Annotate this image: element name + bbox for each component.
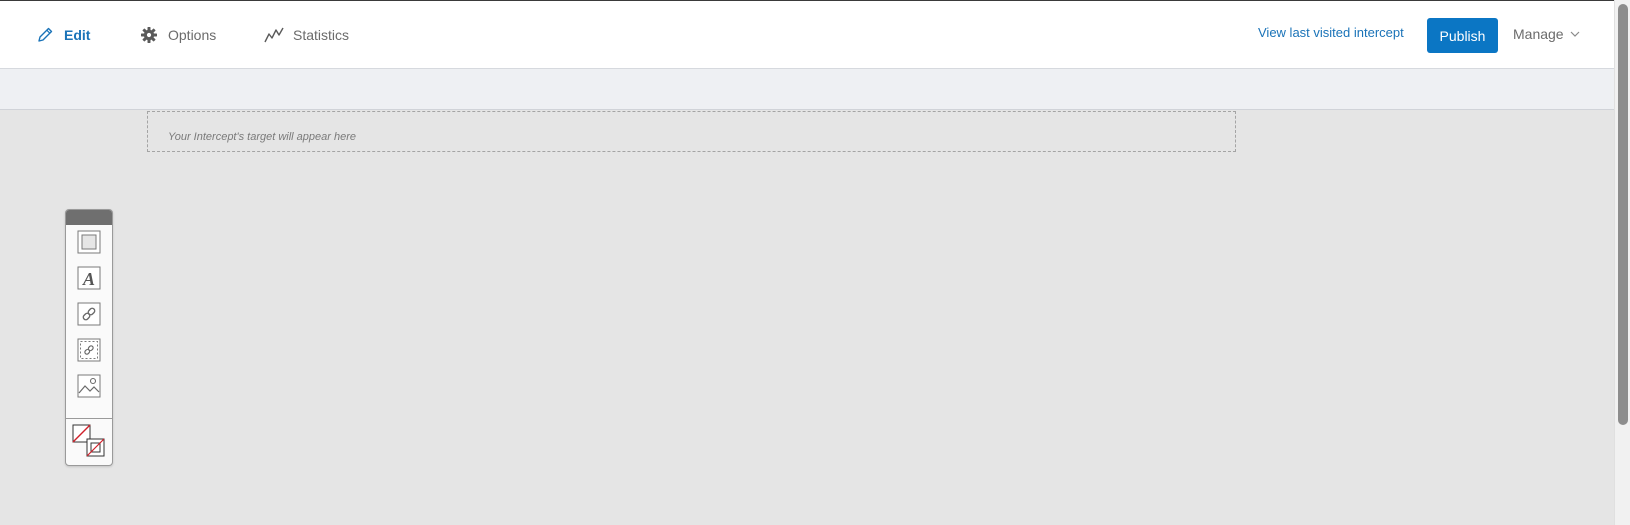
image-icon: [77, 374, 101, 398]
image-tool[interactable]: [77, 374, 101, 398]
pencil-icon: [34, 24, 56, 46]
fill-stroke-color-icon: [72, 424, 105, 457]
tab-statistics[interactable]: Statistics: [263, 1, 349, 69]
tab-edit[interactable]: Edit: [34, 1, 90, 69]
text-icon: A: [77, 266, 101, 290]
manage-label: Manage: [1513, 26, 1564, 42]
box-tool[interactable]: [77, 230, 101, 254]
gear-icon: [138, 24, 160, 46]
scrollbar-thumb[interactable]: [1618, 4, 1628, 425]
text-tool[interactable]: A: [77, 266, 101, 290]
manage-dropdown[interactable]: Manage: [1513, 26, 1580, 42]
target-placeholder-text: Your Intercept's target will appear here: [168, 131, 356, 143]
intercept-target-placeholder: Your Intercept's target will appear here: [147, 111, 1236, 152]
tab-options-label: Options: [168, 27, 217, 43]
box-icon: [77, 230, 101, 254]
creative-toolbox: A: [65, 209, 113, 466]
svg-text:A: A: [82, 269, 95, 289]
tab-edit-label: Edit: [64, 27, 91, 43]
publish-button[interactable]: Publish: [1427, 18, 1498, 53]
vertical-scrollbar[interactable]: [1614, 0, 1630, 525]
tab-statistics-label: Statistics: [293, 27, 350, 43]
hotspot-link-tool[interactable]: [77, 338, 101, 362]
toolbox-drag-handle[interactable]: [66, 210, 112, 225]
view-last-visited-intercept-link[interactable]: View last visited intercept: [1258, 25, 1404, 40]
link-icon: [77, 302, 101, 326]
line-chart-icon: [263, 24, 285, 46]
hotspot-link-icon: [77, 338, 101, 362]
editor-sub-toolbar: [0, 69, 1614, 110]
fill-stroke-color-tool[interactable]: [72, 424, 106, 458]
link-tool[interactable]: [77, 302, 101, 326]
tab-options[interactable]: Options: [138, 1, 216, 69]
chevron-down-icon: [1570, 31, 1580, 37]
top-navigation-bar: Edit Options Statistics View last visite…: [0, 0, 1614, 69]
toolbox-divider: [66, 418, 112, 419]
